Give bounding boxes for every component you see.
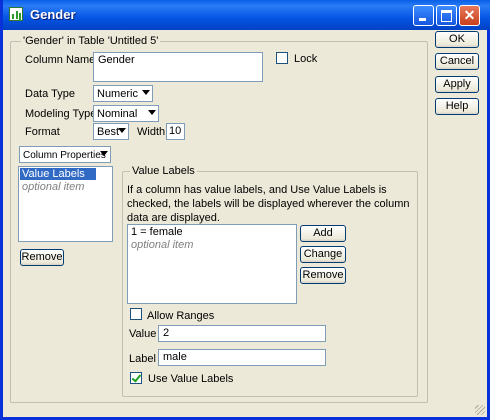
column-name-label: Column Name	[25, 54, 96, 66]
data-type-select[interactable]: Numeric	[93, 85, 153, 102]
app-icon	[9, 7, 23, 21]
allow-ranges-label: Allow Ranges	[147, 310, 215, 322]
column-group-legend: 'Gender' in Table 'Untitled 5'	[21, 35, 161, 47]
minimize-button[interactable]	[413, 5, 434, 26]
modeling-type-select[interactable]: Nominal	[93, 105, 159, 122]
list-item[interactable]: optional item	[131, 239, 193, 251]
chevron-down-icon	[118, 128, 126, 133]
add-button[interactable]: Add	[300, 225, 346, 242]
format-label: Format	[25, 126, 60, 138]
close-icon: ✕	[463, 7, 476, 23]
remove-property-button[interactable]: Remove	[20, 249, 64, 266]
format-value: Best	[97, 126, 120, 138]
use-value-labels-checkbox[interactable]	[130, 372, 142, 384]
value-labels-list[interactable]: 1 = female optional item	[127, 224, 297, 304]
label-label: Label	[129, 353, 156, 365]
ok-button[interactable]: OK	[435, 31, 479, 48]
data-type-value: Numeric	[97, 88, 138, 100]
resize-grip-icon[interactable]	[475, 405, 485, 415]
remove-button[interactable]: Remove	[300, 267, 346, 284]
title-bar[interactable]: Gender ✕	[3, 0, 490, 30]
width-label: Width	[137, 126, 166, 138]
dialog-window: Gender ✕ 'Gender' in Table 'Untitled 5' …	[0, 0, 490, 420]
value-labels-description: If a column has value labels, and Use Va…	[127, 184, 410, 224]
close-button[interactable]: ✕	[459, 5, 480, 26]
chevron-down-icon	[100, 151, 108, 156]
value-label: Value	[129, 328, 157, 340]
use-value-labels-label: Use Value Labels	[148, 373, 234, 385]
list-item[interactable]: 1 = female	[131, 226, 183, 238]
change-button[interactable]: Change	[300, 246, 346, 263]
column-name-field[interactable]: Gender	[93, 52, 263, 82]
column-properties-select[interactable]: Column Properties	[19, 146, 111, 163]
help-button[interactable]: Help	[435, 98, 479, 115]
lock-label: Lock	[294, 53, 318, 65]
value-field[interactable]: 2	[158, 325, 326, 342]
list-item[interactable]: Value Labels	[20, 168, 96, 180]
value-labels-legend: Value Labels	[130, 165, 197, 177]
apply-button[interactable]: Apply	[435, 76, 479, 93]
lock-checkbox[interactable]	[276, 52, 288, 64]
list-item[interactable]: optional item	[20, 181, 86, 193]
modeling-type-label: Modeling Type	[25, 108, 97, 120]
modeling-type-value: Nominal	[97, 108, 138, 120]
window-title: Gender	[30, 7, 76, 22]
label-field[interactable]: male	[158, 349, 326, 366]
cancel-button[interactable]: Cancel	[435, 53, 479, 70]
chevron-down-icon	[148, 110, 156, 115]
chevron-down-icon	[142, 90, 150, 95]
data-type-label: Data Type	[25, 88, 75, 100]
maximize-button[interactable]	[436, 5, 457, 26]
properties-list[interactable]: Value Labels optional item	[18, 166, 113, 242]
allow-ranges-checkbox[interactable]	[130, 308, 142, 320]
format-select[interactable]: Best	[93, 123, 129, 140]
column-properties-label: Column Properties	[23, 150, 106, 161]
width-field[interactable]: 10	[166, 123, 185, 140]
